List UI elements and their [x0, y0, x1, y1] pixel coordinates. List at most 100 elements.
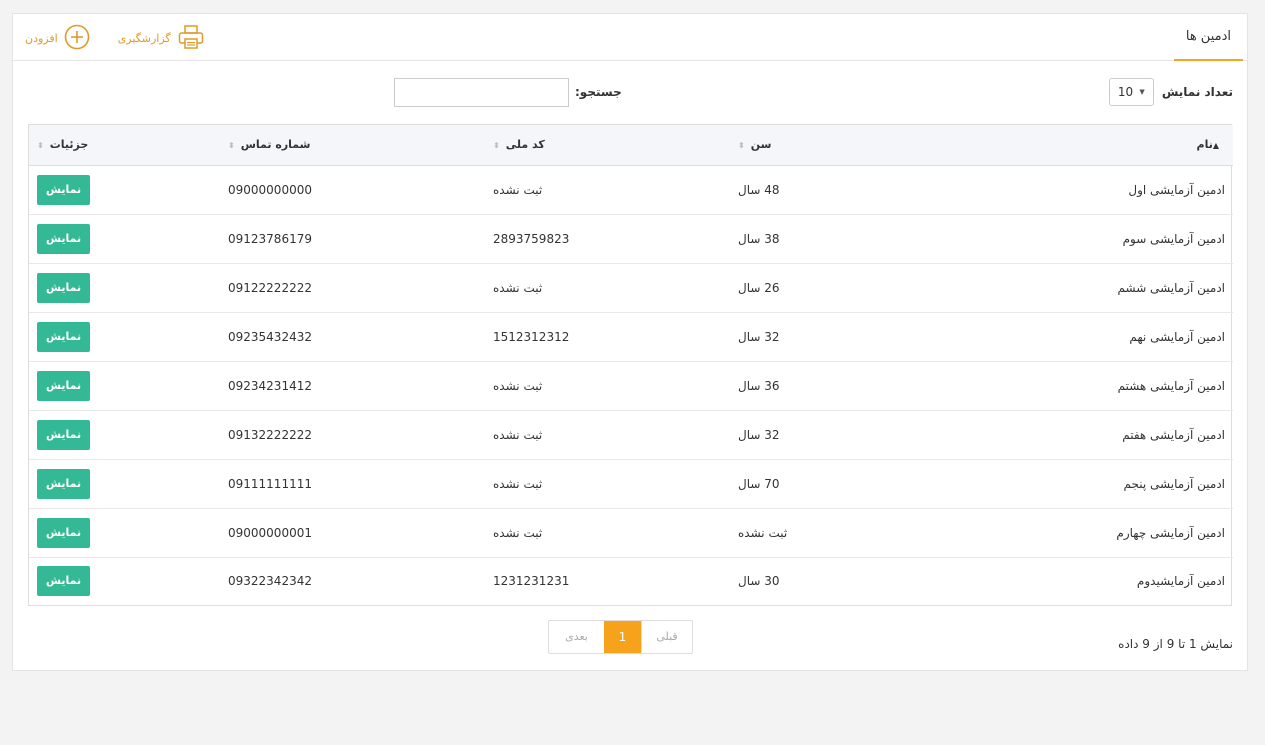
cell-national-code: ثبت نشده	[493, 280, 543, 295]
cell-national-code: 1231231231	[493, 574, 570, 589]
table-row: ادمین آزمایشی ششم 26 سال ثبت نشده 091222222…	[29, 263, 1233, 312]
table-row: ادمین آزمایشی هفتم 32 سال ثبت نشده 09132222…	[29, 410, 1233, 459]
search-control: جستجو:	[394, 77, 622, 107]
cell-age: 48 سال	[738, 182, 780, 197]
panel-header: ادمین ها افزودن گزارشگیری	[13, 14, 1247, 61]
page-length-control: تعداد نمایش 10 ▼	[1108, 77, 1233, 107]
cell-details: نمایش	[29, 361, 220, 410]
page-length-select[interactable]: 10 ▼	[1108, 78, 1154, 106]
table-row: ادمین آزمایشی اول 48 سال ثبت نشده 090000000…	[29, 165, 1233, 214]
cell-age: 32 سال	[738, 329, 780, 344]
sort-icon: ⬍	[493, 141, 500, 151]
cell-phone: 09000000001	[228, 525, 312, 540]
column-header-details[interactable]: جزئیات ⬍	[29, 125, 220, 166]
cell-details: نمایش	[29, 459, 220, 508]
cell-details: نمایش	[29, 214, 220, 263]
column-header-label: کد ملی	[505, 138, 545, 152]
cell-age: 36 سال	[738, 378, 780, 393]
cell-national-code: 1512312312	[493, 329, 570, 344]
prev-page-button[interactable]: قبلی	[641, 621, 692, 653]
show-details-button[interactable]: نمایش	[37, 517, 90, 548]
sort-asc-icon: ▲	[1212, 141, 1219, 151]
cell-age: 30 سال	[738, 574, 780, 589]
cell-national-code: 2893759823	[493, 231, 570, 246]
table-row: ادمین آزمایشی سوم 38 سال 2893759823 0912378…	[29, 214, 1233, 263]
column-header-phone[interactable]: شماره تماس ⬍	[220, 125, 485, 166]
table-row: ادمین آزمایشی هشتم 36 سال ثبت نشده 09234231…	[29, 361, 1233, 410]
column-header-label: شماره تماس	[240, 138, 311, 152]
admins-table: ▲نام سن ⬍ کد ملی ⬍ شماره تماس ⬍ جزئیات ⬍ ادم…	[28, 124, 1233, 606]
cell-age: 70 سال	[738, 476, 780, 491]
column-header-label: جزئیات	[49, 138, 89, 152]
page-length-label: تعداد نمایش	[1161, 85, 1233, 99]
cell-national-code: ثبت نشده	[493, 476, 543, 491]
cell-name: ادمین آزمایشی پنجم	[1123, 476, 1225, 491]
sort-icon: ⬍	[738, 141, 745, 151]
table-header-row: ▲نام سن ⬍ کد ملی ⬍ شماره تماس ⬍ جزئیات ⬍	[29, 125, 1233, 166]
page-button-current[interactable]: 1	[604, 621, 641, 653]
search-input[interactable]	[394, 77, 569, 107]
cell-name: ادمین آزمایشی ششم	[1117, 280, 1226, 295]
cell-phone: 09123786179	[228, 231, 312, 246]
column-header-label: سن	[750, 138, 772, 152]
printer-icon	[177, 24, 205, 53]
cell-name: ادمین آزمایشی نهم	[1129, 329, 1225, 344]
show-details-button[interactable]: نمایش	[37, 174, 90, 205]
table-row: ادمین آزمایشی پنجم 70 سال ثبت نشده 09111111…	[29, 459, 1233, 508]
cell-name: ادمین آزمایشی هفتم	[1122, 427, 1225, 442]
cell-phone: 09235432432	[228, 329, 312, 344]
cell-phone: 09000000000	[228, 182, 312, 197]
show-details-button[interactable]: نمایش	[37, 272, 90, 303]
show-details-button[interactable]: نمایش	[37, 321, 90, 352]
caret-down-icon: ▼	[1139, 88, 1145, 96]
cell-phone: 09322342342	[228, 574, 312, 589]
search-label: جستجو:	[575, 85, 622, 99]
header-actions: افزودن گزارشگیری	[25, 24, 205, 53]
cell-national-code: ثبت نشده	[493, 427, 543, 442]
page-length-value: 10	[1117, 85, 1134, 99]
plus-circle-icon	[64, 24, 90, 53]
table-info: نمایش 1 تا 9 از 9 داده	[1118, 637, 1233, 651]
column-header-national-code[interactable]: کد ملی ⬍	[485, 125, 730, 166]
show-details-button[interactable]: نمایش	[37, 223, 90, 254]
show-details-button[interactable]: نمایش	[37, 419, 90, 450]
cell-age: 32 سال	[738, 427, 780, 442]
table-controls: تعداد نمایش 10 ▼ جستجو:	[13, 77, 1247, 107]
tab-admins[interactable]: ادمین ها	[1173, 14, 1243, 61]
table-row: ادمین آزمایشی نهم 32 سال 1512312312 0923543…	[29, 312, 1233, 361]
cell-name: ادمین آزمایشی سوم	[1122, 231, 1225, 246]
admins-panel: ادمین ها افزودن گزارشگیری تعداد نمایش 10…	[12, 13, 1248, 671]
cell-details: نمایش	[29, 508, 220, 557]
show-details-button[interactable]: نمایش	[37, 468, 90, 499]
cell-age: ثبت نشده	[738, 525, 788, 540]
sort-icon: ⬍	[228, 141, 235, 151]
table-row: ادمین آزمایشی چهارم ثبت نشده ثبت نشده 09000…	[29, 508, 1233, 557]
column-header-name[interactable]: ▲نام	[915, 125, 1233, 166]
cell-phone: 09122222222	[228, 280, 312, 295]
cell-details: نمایش	[29, 312, 220, 361]
cell-national-code: ثبت نشده	[493, 378, 543, 393]
show-details-button[interactable]: نمایش	[37, 370, 90, 401]
cell-national-code: ثبت نشده	[493, 525, 543, 540]
column-header-age[interactable]: سن ⬍	[730, 125, 915, 166]
cell-details: نمایش	[29, 263, 220, 312]
sort-icon: ⬍	[37, 141, 44, 151]
next-page-button[interactable]: بعدی	[549, 621, 604, 653]
add-button[interactable]: افزودن	[25, 24, 90, 53]
show-details-button[interactable]: نمایش	[37, 566, 90, 597]
report-button[interactable]: گزارشگیری	[118, 24, 205, 53]
cell-age: 26 سال	[738, 280, 780, 295]
cell-age: 38 سال	[738, 231, 780, 246]
cell-name: ادمین آزمایشی چهارم	[1116, 525, 1225, 540]
cell-details: نمایش	[29, 410, 220, 459]
cell-national-code: ثبت نشده	[493, 182, 543, 197]
cell-name: ادمین آزمایشی هشتم	[1117, 378, 1225, 393]
cell-name: ادمین آزمایشیدوم	[1136, 574, 1225, 589]
cell-name: ادمین آزمایشی اول	[1128, 182, 1225, 197]
cell-phone: 09234231412	[228, 378, 312, 393]
cell-phone: 09111111111	[228, 476, 312, 491]
table-row: ادمین آزمایشیدوم 30 سال 1231231231 09322342…	[29, 557, 1233, 605]
column-header-label: نام	[1196, 138, 1213, 152]
cell-details: نمایش	[29, 557, 220, 605]
cell-details: نمایش	[29, 165, 220, 214]
